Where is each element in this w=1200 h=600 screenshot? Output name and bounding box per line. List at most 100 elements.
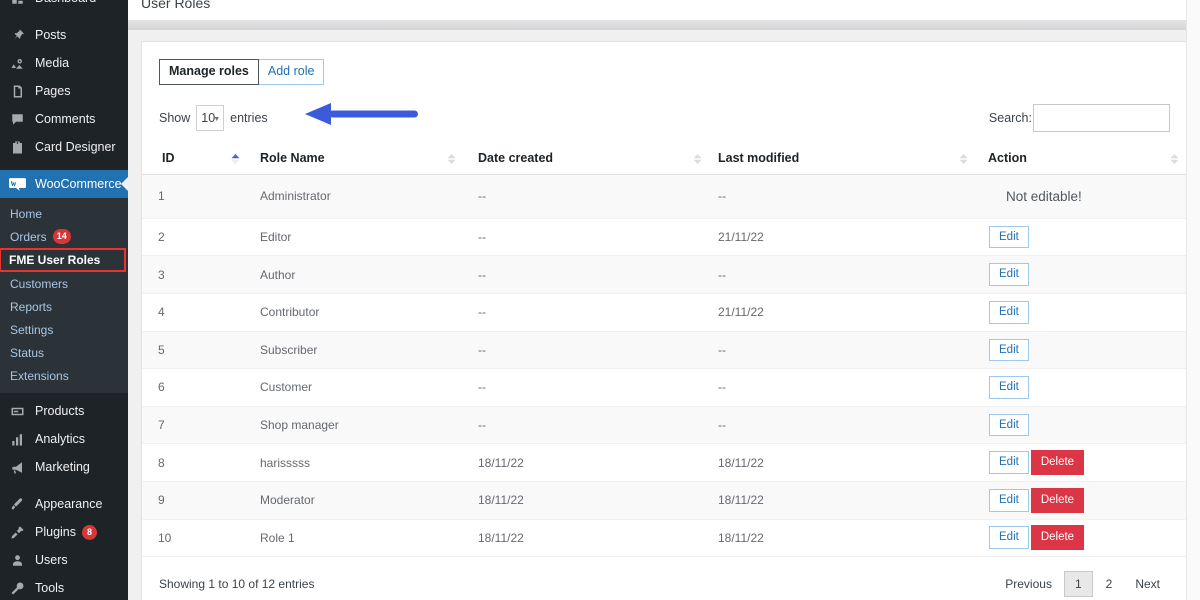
table-row: 9 Moderator 18/11/22 18/11/22 Edit Delet… — [142, 481, 1187, 519]
card-wrapper: Manage roles Add role — [128, 30, 1200, 600]
cell-date-created: -- — [466, 293, 706, 331]
sidebar-item-card-designer[interactable]: Card Designer — [0, 133, 128, 161]
pagination-page-2[interactable]: 2 — [1095, 571, 1124, 597]
cell-action: Edit — [976, 331, 1187, 369]
submenu-item-label: Reports — [10, 300, 52, 314]
cell-action: Edit — [976, 218, 1187, 256]
pagination-page-1[interactable]: 1 — [1064, 571, 1093, 597]
sidebar-item-dashboard[interactable]: Dashboard — [0, 0, 128, 12]
sidebar-item-analytics[interactable]: Analytics — [0, 425, 128, 453]
column-header-last-modified[interactable]: Last modified — [706, 144, 976, 175]
page-title-bar: User Roles — [128, 0, 1200, 20]
cell-action: Edit — [976, 369, 1187, 407]
sidebar-item-label: WooCommerce — [35, 177, 122, 191]
submenu-item-extensions[interactable]: Extensions — [0, 364, 128, 387]
sidebar-item-media[interactable]: Media — [0, 49, 128, 77]
sidebar-item-label: Appearance — [35, 497, 102, 511]
sidebar-item-users[interactable]: Users — [0, 546, 128, 574]
delete-button[interactable]: Delete — [1031, 525, 1084, 550]
admin-sidebar: Dashboard Posts Media Pages Commen — [0, 0, 128, 600]
action-buttons: Edit — [988, 226, 1187, 249]
tab-manage-roles[interactable]: Manage roles — [159, 59, 259, 85]
plugins-icon — [7, 522, 27, 542]
vertical-scrollbar[interactable] — [1186, 0, 1200, 600]
cell-date-created: 18/11/22 — [466, 444, 706, 482]
cell-last-modified: -- — [706, 369, 976, 407]
table-row: 6 Customer -- -- Edit — [142, 369, 1187, 407]
sidebar-item-label: Media — [35, 56, 69, 70]
search-input[interactable] — [1033, 104, 1170, 132]
submenu-item-customers[interactable]: Customers — [0, 272, 128, 295]
edit-button[interactable]: Edit — [989, 226, 1029, 249]
action-buttons: Edit Delete — [988, 525, 1187, 550]
delete-button[interactable]: Delete — [1031, 450, 1084, 475]
edit-button[interactable]: Edit — [989, 451, 1029, 474]
column-label: Last modified — [706, 151, 976, 165]
table-row: 7 Shop manager -- -- Edit — [142, 406, 1187, 444]
users-icon — [7, 550, 27, 570]
edit-button[interactable]: Edit — [989, 526, 1029, 549]
sidebar-item-appearance[interactable]: Appearance — [0, 490, 128, 518]
sort-none-icon — [446, 152, 458, 166]
sort-asc-icon — [230, 152, 242, 166]
submenu-item-fme-user-roles[interactable]: FME User Roles — [0, 249, 125, 271]
submenu-item-home[interactable]: Home — [0, 202, 128, 225]
edit-button[interactable]: Edit — [989, 376, 1029, 399]
delete-button[interactable]: Delete — [1031, 488, 1084, 513]
edit-button[interactable]: Edit — [989, 301, 1029, 324]
chevron-down-icon: ▼ — [213, 116, 220, 123]
sidebar-item-pages[interactable]: Pages — [0, 77, 128, 105]
cell-action: Edit Delete — [976, 481, 1187, 519]
cell-action: Edit — [976, 406, 1187, 444]
sidebar-item-marketing[interactable]: Marketing — [0, 453, 128, 481]
cell-role-name: Administrator — [248, 174, 466, 218]
cell-id: 5 — [142, 331, 248, 369]
dashboard-icon — [7, 0, 27, 8]
sidebar-item-label: Marketing — [35, 460, 90, 474]
products-icon — [7, 401, 27, 421]
sidebar-item-tools[interactable]: Tools — [0, 574, 128, 600]
cell-date-created: -- — [466, 256, 706, 294]
sidebar-item-products[interactable]: Products — [0, 397, 128, 425]
main-content: User Roles Manage roles Add role — [128, 0, 1200, 600]
action-buttons: Edit — [988, 414, 1187, 437]
woocommerce-icon — [7, 174, 27, 194]
submenu-item-orders[interactable]: Orders 14 — [0, 225, 128, 248]
cell-id: 6 — [142, 369, 248, 407]
submenu-item-label: Customers — [10, 277, 68, 291]
submenu-item-settings[interactable]: Settings — [0, 318, 128, 341]
sidebar-item-woocommerce[interactable]: WooCommerce — [0, 170, 128, 198]
action-buttons: Edit — [988, 301, 1187, 324]
edit-button[interactable]: Edit — [989, 489, 1029, 512]
sidebar-item-comments[interactable]: Comments — [0, 105, 128, 133]
cell-id: 2 — [142, 218, 248, 256]
edit-button[interactable]: Edit — [989, 339, 1029, 362]
edit-button[interactable]: Edit — [989, 263, 1029, 286]
edit-button[interactable]: Edit — [989, 414, 1029, 437]
submenu-item-status[interactable]: Status — [0, 341, 128, 364]
cell-role-name: Role 1 — [248, 519, 466, 557]
pagination-previous[interactable]: Previous — [995, 571, 1062, 597]
action-buttons: Edit — [988, 376, 1187, 399]
column-header-role-name[interactable]: Role Name — [248, 144, 466, 175]
page-length-select[interactable]: 10 ▼ — [196, 105, 224, 131]
search-label: Search: — [989, 111, 1032, 125]
cell-action: Edit Delete — [976, 444, 1187, 482]
cell-role-name: Author — [248, 256, 466, 294]
submenu-item-reports[interactable]: Reports — [0, 295, 128, 318]
sidebar-item-label: Posts — [35, 28, 66, 42]
tab-add-role[interactable]: Add role — [259, 59, 325, 85]
cell-date-created: 18/11/22 — [466, 519, 706, 557]
cell-id: 10 — [142, 519, 248, 557]
sidebar-item-posts[interactable]: Posts — [0, 21, 128, 49]
column-label: Role Name — [248, 151, 466, 165]
pagination-next[interactable]: Next — [1125, 571, 1170, 597]
sidebar-item-plugins[interactable]: Plugins 8 — [0, 518, 128, 546]
woocommerce-submenu: Home Orders 14 FME User Roles Customers … — [0, 198, 128, 393]
column-header-action[interactable]: Action — [976, 144, 1187, 175]
column-header-date-created[interactable]: Date created — [466, 144, 706, 175]
sidebar-item-label: Analytics — [35, 432, 85, 446]
action-buttons: Edit Delete — [988, 488, 1187, 513]
cell-last-modified: -- — [706, 174, 976, 218]
column-header-id[interactable]: ID — [142, 144, 248, 175]
